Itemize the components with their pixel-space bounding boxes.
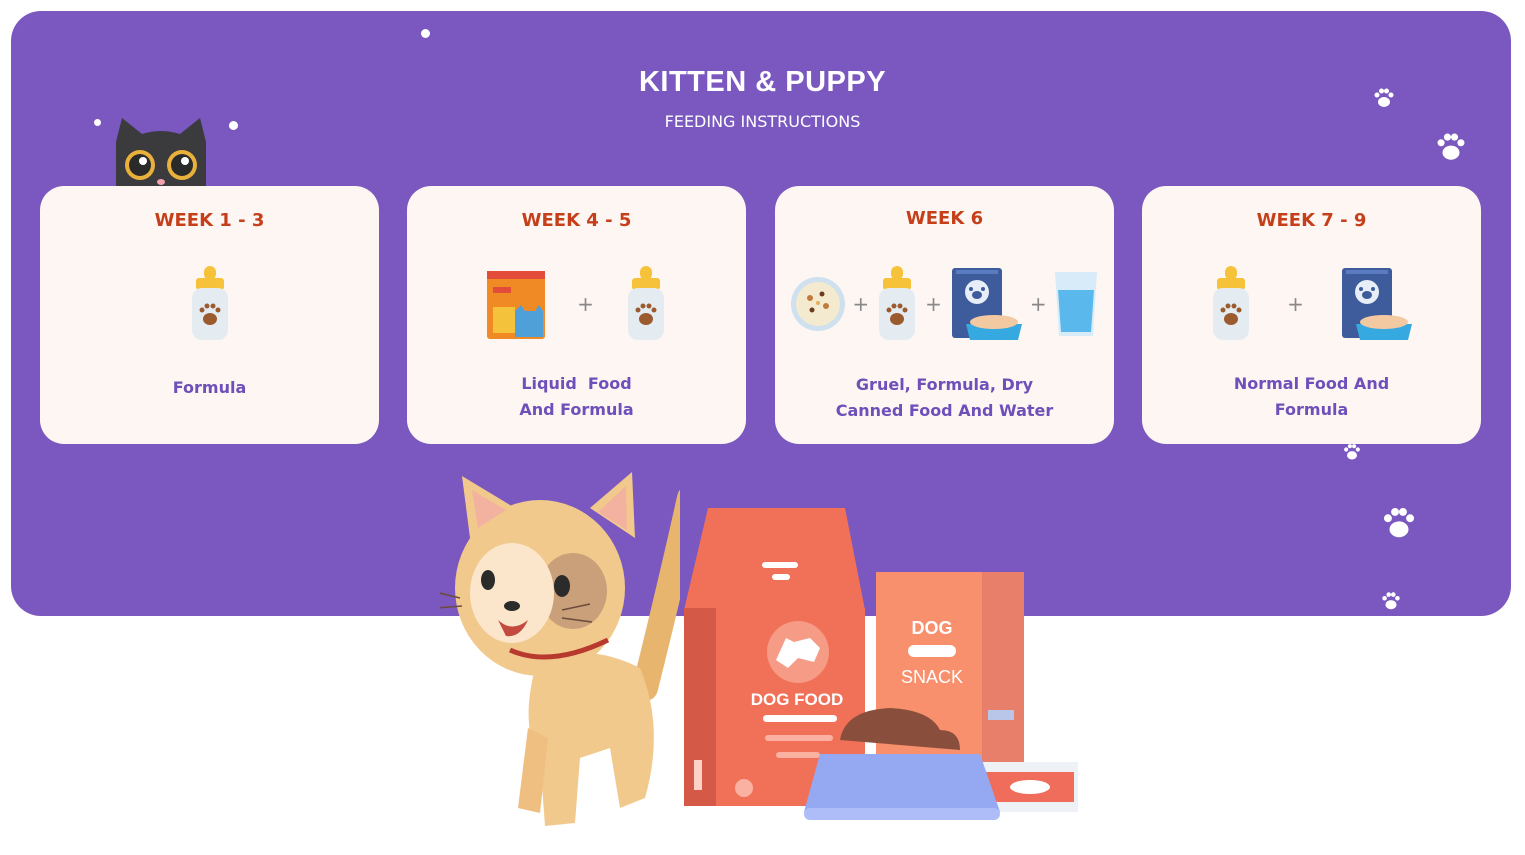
card-label-line: Formula	[172, 378, 247, 397]
plus-sign: +	[852, 292, 870, 316]
water-glass-icon	[1054, 272, 1097, 336]
card-icons: + + +	[775, 264, 1114, 344]
paw-print-icon	[1382, 592, 1400, 610]
plus-sign: +	[577, 292, 594, 316]
card-label-line: Formula	[1274, 400, 1349, 419]
food-bag-bowl-icon	[1341, 268, 1412, 340]
card-week-heading: WEEK 7 - 9	[1256, 210, 1367, 231]
decor-dot	[421, 29, 430, 38]
pet-food-products: DOG FOOD DOG SNACK	[684, 508, 1078, 820]
paw-print-icon	[1383, 507, 1415, 538]
card-icons: +	[407, 264, 746, 344]
feeding-card-week-1-3: WEEK 1 - 3 Formula	[40, 186, 379, 444]
baby-bottle-icon	[191, 266, 228, 340]
card-label: Normal Food And Formula	[1162, 371, 1461, 423]
plus-sign: +	[1029, 292, 1047, 316]
card-label: Gruel, Formula, Dry Canned Food And Wate…	[795, 372, 1094, 424]
card-label: Formula	[60, 375, 359, 401]
food-bag-bowl-icon	[951, 268, 1022, 340]
card-label-line: Canned Food And Water	[835, 401, 1054, 420]
card-label-line: Liquid Food	[521, 374, 632, 393]
card-label-line: Normal Food And	[1233, 374, 1390, 393]
food-bag-icon	[487, 271, 546, 339]
plus-sign: +	[1287, 292, 1304, 316]
feeding-card-week-4-5: WEEK 4 - 5 + Liquid Food And Formula	[407, 186, 746, 444]
card-label-line: Gruel, Formula, Dry	[855, 375, 1034, 394]
card-week-heading: WEEK 4 - 5	[521, 210, 632, 231]
card-week-heading: WEEK 6	[905, 208, 984, 229]
snack-label-line1: DOG	[911, 618, 952, 638]
gruel-bowl-icon	[791, 277, 846, 331]
kitten-illustration	[440, 472, 680, 826]
card-label: Liquid Food And Formula	[427, 371, 726, 423]
feeding-card-week-7-9: WEEK 7 - 9 + Normal Food And Formula	[1142, 186, 1481, 444]
baby-bottle-icon	[879, 266, 916, 340]
feeding-card-week-6: WEEK 6 + + + Gruel, Formula, Dry Canned …	[775, 186, 1114, 444]
plus-sign: +	[925, 292, 942, 316]
page-title: KITTEN & PUPPY	[638, 66, 887, 98]
baby-bottle-icon	[1213, 266, 1250, 340]
card-icons	[40, 264, 379, 344]
card-icons: +	[1142, 264, 1481, 344]
paw-print-icon	[1437, 133, 1465, 160]
paw-print-icon	[1344, 444, 1360, 460]
baby-bottle-icon	[627, 266, 664, 340]
snack-label-line2: SNACK	[901, 667, 963, 687]
card-week-heading: WEEK 1 - 3	[154, 210, 265, 231]
card-label-line: And Formula	[519, 400, 634, 419]
bag-label: DOG FOOD	[751, 690, 844, 709]
page-subtitle: FEEDING INSTRUCTIONS	[664, 112, 861, 131]
